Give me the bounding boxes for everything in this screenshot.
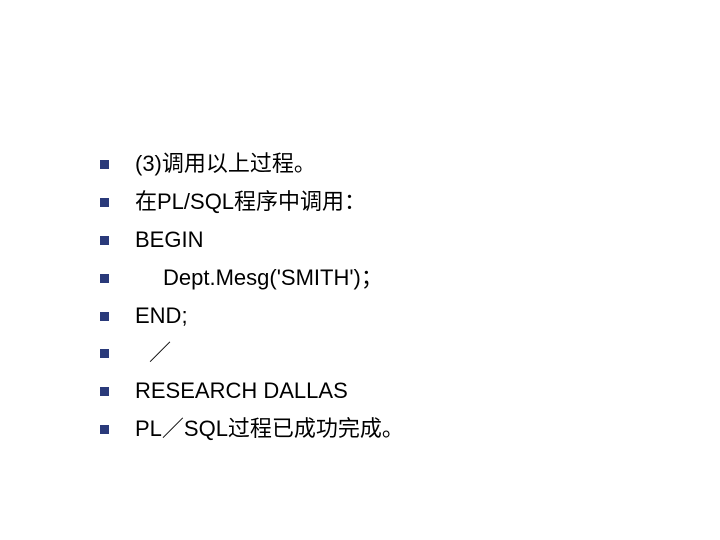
bullet-text: BEGIN (135, 224, 720, 256)
bullet-text: Dept.Mesg('SMITH')； (135, 262, 720, 294)
list-item: BEGIN (100, 224, 720, 256)
square-bullet-icon (100, 349, 109, 358)
square-bullet-icon (100, 236, 109, 245)
list-item: ／ (100, 337, 720, 369)
square-bullet-icon (100, 425, 109, 434)
list-item: RESEARCH DALLAS (100, 375, 720, 407)
square-bullet-icon (100, 312, 109, 321)
square-bullet-icon (100, 160, 109, 169)
square-bullet-icon (100, 387, 109, 396)
bullet-text: 在PL/SQL程序中调用： (135, 186, 720, 218)
square-bullet-icon (100, 274, 109, 283)
bullet-text: (3)调用以上过程。 (135, 148, 720, 180)
list-item: Dept.Mesg('SMITH')； (100, 262, 720, 294)
square-bullet-icon (100, 198, 109, 207)
bullet-text: ／ (135, 337, 720, 369)
bullet-text: END; (135, 300, 720, 332)
list-item: END; (100, 300, 720, 332)
bullet-text: PL／SQL过程已成功完成。 (135, 413, 720, 445)
list-item: (3)调用以上过程。 (100, 148, 720, 180)
list-item: 在PL/SQL程序中调用： (100, 186, 720, 218)
bullet-text: RESEARCH DALLAS (135, 375, 720, 407)
list-item: PL／SQL过程已成功完成。 (100, 413, 720, 445)
bullet-list: (3)调用以上过程。 在PL/SQL程序中调用： BEGIN Dept.Mesg… (100, 148, 720, 445)
